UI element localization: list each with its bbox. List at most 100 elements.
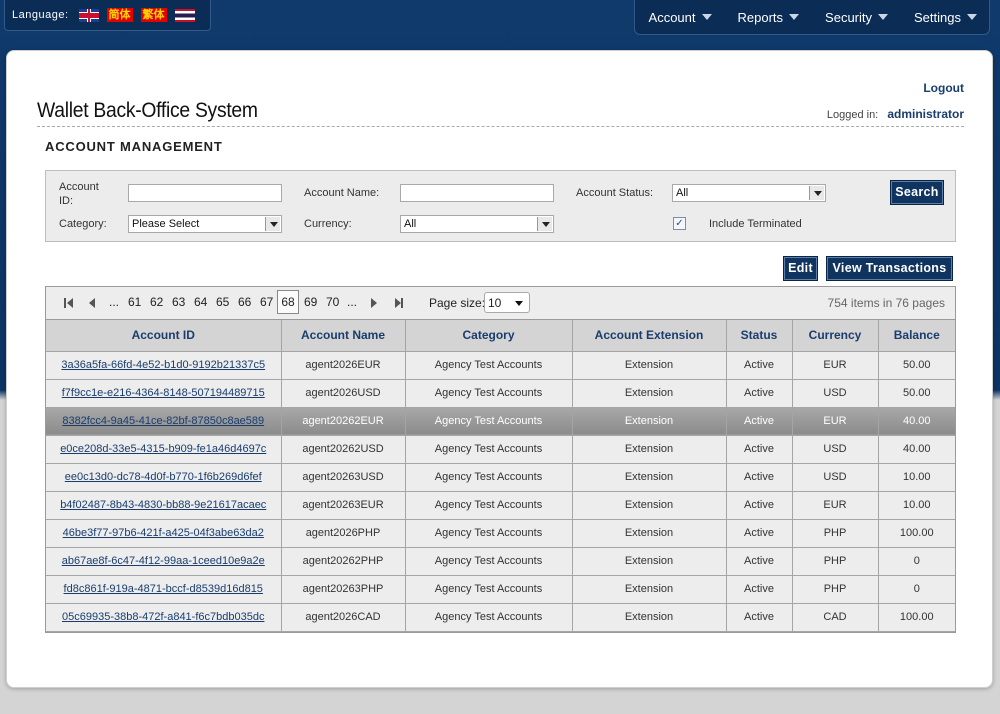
cell-account-name[interactable]: agent2026EUR <box>281 351 406 380</box>
cell-category[interactable]: Agency Test Accounts <box>405 407 573 436</box>
cell-currency[interactable]: EUR <box>792 407 879 436</box>
nav-account[interactable]: Account <box>635 0 724 34</box>
cell-balance[interactable]: 50.00 <box>878 351 955 380</box>
cell-account-extension[interactable]: Extension <box>572 603 727 632</box>
cell-account-name[interactable]: agent20262PHP <box>281 547 406 576</box>
table-row[interactable]: fd8c861f-919a-4871-bccf-d8539d16d815 agen… <box>46 575 955 604</box>
table-row[interactable]: ab67ae8f-6c47-4f12-99aa-1ceed10e9a2e agen… <box>46 547 955 576</box>
cell-balance[interactable]: 40.00 <box>878 435 955 464</box>
cell-currency[interactable]: PHP <box>792 519 879 548</box>
page-link[interactable]: 69 <box>304 295 317 309</box>
account-id-link[interactable]: 05c69935-38b8-472f-a841-f6c7bdb035dc <box>62 611 264 623</box>
nav-security[interactable]: Security <box>811 0 900 34</box>
account-id-link[interactable]: fd8c861f-919a-4871-bccf-d8539d16d815 <box>64 583 263 595</box>
cell-status[interactable]: Active <box>726 407 793 436</box>
cell-balance[interactable]: 10.00 <box>878 463 955 492</box>
cell-account-name[interactable]: agent20263USD <box>281 463 406 492</box>
cell-currency[interactable]: USD <box>792 435 879 464</box>
category-select[interactable]: Please Select <box>128 215 282 233</box>
flag-simplified-chinese-icon[interactable]: 简体 <box>106 8 133 22</box>
view-transactions-button[interactable]: View Transactions <box>826 256 953 281</box>
cell-account-extension[interactable]: Extension <box>572 463 727 492</box>
prev-page-icon[interactable] <box>89 298 95 308</box>
cell-status[interactable]: Active <box>726 547 793 576</box>
account-id-link[interactable]: 8382fcc4-9a45-41ce-82bf-87850c8ae589 <box>62 415 264 427</box>
column-header-status[interactable]: Status <box>726 320 793 352</box>
next-page-icon[interactable] <box>371 298 377 308</box>
cell-balance[interactable]: 40.00 <box>878 407 955 436</box>
include-terminated-checkbox[interactable]: ✓ <box>673 217 686 230</box>
cell-category[interactable]: Agency Test Accounts <box>405 379 573 408</box>
cell-currency[interactable]: USD <box>792 463 879 492</box>
nav-settings[interactable]: Settings <box>900 0 989 34</box>
account-id-link[interactable]: e0ce208d-33e5-4315-b909-fe1a46d4697c <box>60 443 266 455</box>
cell-currency[interactable]: USD <box>792 379 879 408</box>
table-row[interactable]: b4f02487-8b43-4830-bb88-9e21617acaec agen… <box>46 491 955 520</box>
table-row[interactable]: ee0c13d0-dc78-4d0f-b770-1f6b269d6fef agen… <box>46 463 955 492</box>
cell-account-extension[interactable]: Extension <box>572 547 727 576</box>
cell-currency[interactable]: CAD <box>792 603 879 632</box>
cell-currency[interactable]: EUR <box>792 351 879 380</box>
cell-currency[interactable]: PHP <box>792 575 879 604</box>
edit-button[interactable]: Edit <box>783 256 818 281</box>
account-name-input[interactable] <box>400 184 554 202</box>
account-id-link[interactable]: ee0c13d0-dc78-4d0f-b770-1f6b269d6fef <box>65 471 262 483</box>
column-header-account-name[interactable]: Account Name <box>281 320 406 352</box>
flag-traditional-chinese-icon[interactable]: 繁体 <box>140 8 167 22</box>
currency-select[interactable]: All <box>400 215 554 233</box>
account-id-link[interactable]: b4f02487-8b43-4830-bb88-9e21617acaec <box>60 499 266 511</box>
cell-currency[interactable]: EUR <box>792 491 879 520</box>
page-link[interactable]: 62 <box>150 295 163 309</box>
cell-status[interactable]: Active <box>726 351 793 380</box>
cell-account-extension[interactable]: Extension <box>572 575 727 604</box>
cell-status[interactable]: Active <box>726 519 793 548</box>
cell-category[interactable]: Agency Test Accounts <box>405 351 573 380</box>
first-page-icon[interactable] <box>67 298 73 308</box>
cell-category[interactable]: Agency Test Accounts <box>405 463 573 492</box>
cell-category[interactable]: Agency Test Accounts <box>405 435 573 464</box>
cell-status[interactable]: Active <box>726 435 793 464</box>
cell-account-name[interactable]: agent2026CAD <box>281 603 406 632</box>
page-link[interactable]: 61 <box>128 295 141 309</box>
account-id-link[interactable]: f7f9cc1e-e216-4364-8148-507194489715 <box>62 387 265 399</box>
cell-status[interactable]: Active <box>726 379 793 408</box>
cell-category[interactable]: Agency Test Accounts <box>405 519 573 548</box>
cell-category[interactable]: Agency Test Accounts <box>405 603 573 632</box>
account-id-input[interactable] <box>128 184 282 202</box>
table-row[interactable]: 05c69935-38b8-472f-a841-f6c7bdb035dc agen… <box>46 603 955 632</box>
cell-currency[interactable]: PHP <box>792 547 879 576</box>
cell-account-name[interactable]: agent2026PHP <box>281 519 406 548</box>
account-id-link[interactable]: ab67ae8f-6c47-4f12-99aa-1ceed10e9a2e <box>62 555 265 567</box>
cell-account-extension[interactable]: Extension <box>572 491 727 520</box>
cell-balance[interactable]: 100.00 <box>878 603 955 632</box>
column-header-account-extension[interactable]: Account Extension <box>572 320 727 352</box>
nav-reports[interactable]: Reports <box>724 0 812 34</box>
account-id-link[interactable]: 3a36a5fa-66fd-4e52-b1d0-9192b21337c5 <box>61 359 265 371</box>
cell-account-extension[interactable]: Extension <box>572 519 727 548</box>
table-row[interactable]: e0ce208d-33e5-4315-b909-fe1a46d4697c agen… <box>46 435 955 464</box>
cell-status[interactable]: Active <box>726 603 793 632</box>
table-row[interactable]: f7f9cc1e-e216-4364-8148-507194489715 agen… <box>46 379 955 408</box>
cell-status[interactable]: Active <box>726 575 793 604</box>
cell-category[interactable]: Agency Test Accounts <box>405 575 573 604</box>
cell-account-extension[interactable]: Extension <box>572 407 727 436</box>
cell-category[interactable]: Agency Test Accounts <box>405 491 573 520</box>
cell-account-name[interactable]: agent2026USD <box>281 379 406 408</box>
column-header-currency[interactable]: Currency <box>792 320 879 352</box>
column-header-account-id[interactable]: Account ID <box>46 320 282 352</box>
table-row[interactable]: 46be3f77-97b6-421f-a425-04f3abe63da2 agen… <box>46 519 955 548</box>
flag-uk-icon[interactable] <box>78 8 99 22</box>
table-row[interactable]: 3a36a5fa-66fd-4e52-b1d0-9192b21337c5 agen… <box>46 351 955 380</box>
table-row[interactable]: 8382fcc4-9a45-41ce-82bf-87850c8ae589 agen… <box>46 407 955 436</box>
pager-ellipsis-right[interactable]: ... <box>347 295 357 309</box>
cell-balance[interactable]: 0 <box>878 547 955 576</box>
cell-account-name[interactable]: agent20263PHP <box>281 575 406 604</box>
cell-account-extension[interactable]: Extension <box>572 435 727 464</box>
account-status-select[interactable]: All <box>672 184 826 202</box>
cell-status[interactable]: Active <box>726 491 793 520</box>
page-link[interactable]: 63 <box>172 295 185 309</box>
search-button[interactable]: Search <box>890 180 944 205</box>
cell-status[interactable]: Active <box>726 463 793 492</box>
cell-balance[interactable]: 50.00 <box>878 379 955 408</box>
cell-account-extension[interactable]: Extension <box>572 351 727 380</box>
